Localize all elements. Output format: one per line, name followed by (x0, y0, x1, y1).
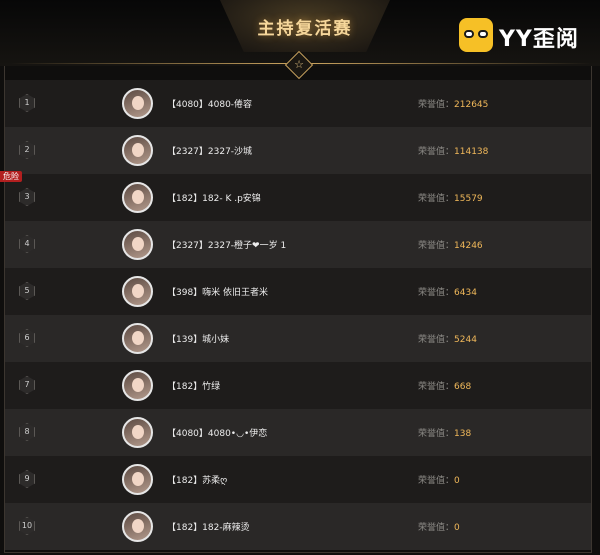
ranking-row: 9 【182】苏柔ღ 荣誉值：0 (5, 456, 591, 503)
rank-badge: 4 (19, 235, 35, 253)
host-name: 【182】182- K .p安锦 (167, 194, 261, 204)
honor-value: 荣誉值：212645 (418, 100, 489, 110)
header-divider-left (10, 63, 289, 64)
ranking-row: 5 【398】嗨米 依旧王者米 荣誉值：6434 (5, 268, 591, 315)
rank-badge: 1 (19, 94, 35, 112)
honor-value: 荣誉值：114138 (418, 147, 489, 157)
danger-badge: 危险 (0, 171, 22, 182)
avatar (122, 370, 153, 401)
avatar (122, 276, 153, 307)
honor-value: 荣誉值：0 (418, 476, 460, 486)
ranking-row: 8 【4080】4080•◡•伊恋 荣誉值：138 (5, 409, 591, 456)
host-name: 【182】182-麻辣烫 (167, 523, 250, 533)
avatar (122, 88, 153, 119)
host-name: 【182】苏柔ღ (167, 476, 228, 486)
header-divider-right (309, 63, 592, 64)
host-name: 【182】竹绿 (167, 382, 221, 392)
avatar (122, 417, 153, 448)
rank-badge: 3 (19, 188, 35, 206)
honor-value: 荣誉值：668 (418, 382, 472, 392)
honor-value: 荣誉值：14246 (418, 241, 483, 251)
honor-value: 荣誉值：6434 (418, 288, 477, 298)
host-name: 【139】城小妹 (167, 335, 230, 345)
rank-badge: 6 (19, 329, 35, 347)
rank-badge: 5 (19, 282, 35, 300)
avatar (122, 182, 153, 213)
ranking-row: 7 【182】竹绿 荣誉值：668 (5, 362, 591, 409)
honor-value: 荣誉值：15579 (418, 194, 483, 204)
host-name: 【4080】4080•◡•伊恋 (167, 429, 268, 439)
banner-title: 主持复活赛 (257, 19, 353, 39)
header: 主持复活赛 ☆ YY歪阅 (0, 0, 600, 80)
rank-badge: 10 (19, 517, 35, 535)
honor-value: 荣誉值：0 (418, 523, 460, 533)
host-name: 【4080】4080-倦容 (167, 100, 253, 110)
avatar (122, 323, 153, 354)
ranking-row: 3 【182】182- K .p安锦 荣誉值：15579 (5, 174, 591, 221)
ranking-list: 1 【4080】4080-倦容 荣誉值：212645 2 【2327】2327-… (4, 66, 592, 553)
avatar (122, 464, 153, 495)
avatar (122, 511, 153, 542)
host-name: 【398】嗨米 依旧王者米 (167, 288, 269, 298)
ranking-row: 10 【182】182-麻辣烫 荣誉值：0 (5, 503, 591, 550)
logo-text: YY歪阅 (499, 27, 579, 52)
host-name: 【2327】2327-橙子❤一岁 1 (167, 241, 287, 251)
ranking-row: 1 【4080】4080-倦容 荣誉值：212645 (5, 80, 591, 127)
honor-value: 荣誉值：5244 (418, 335, 477, 345)
ranking-row: 4 【2327】2327-橙子❤一岁 1 荣誉值：14246 (5, 221, 591, 268)
rank-badge: 7 (19, 376, 35, 394)
avatar (122, 135, 153, 166)
mascot-icon (459, 18, 493, 52)
rank-badge: 2 (19, 141, 35, 159)
ranking-row: 6 【139】城小妹 荣誉值：5244 (5, 315, 591, 362)
avatar (122, 229, 153, 260)
rank-badge: 9 (19, 470, 35, 488)
honor-value: 荣誉值：138 (418, 429, 472, 439)
rank-badge: 8 (19, 423, 35, 441)
host-name: 【2327】2327-沙城 (167, 147, 253, 157)
ranking-row: 2 【2327】2327-沙城 荣誉值：114138 (5, 127, 591, 174)
